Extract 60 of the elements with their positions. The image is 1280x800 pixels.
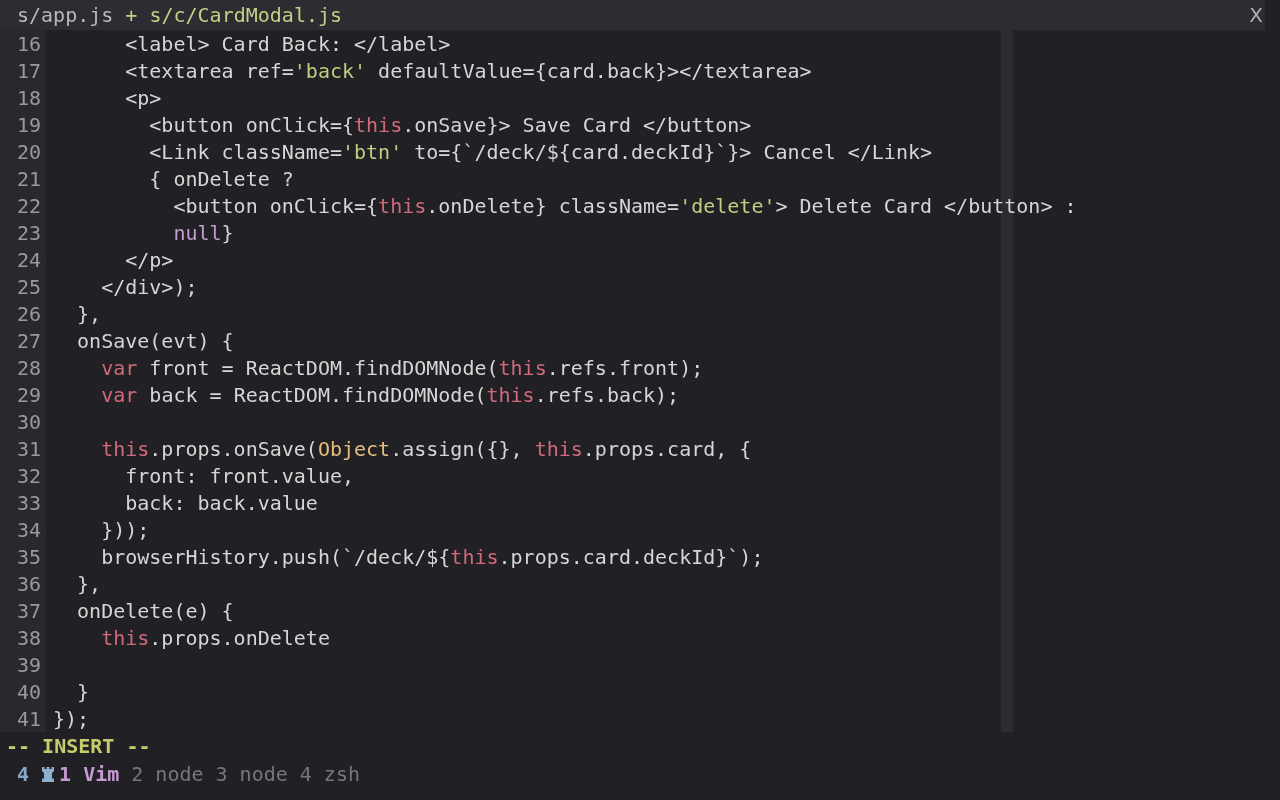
line-number: 18 xyxy=(15,85,41,110)
code-line: }, xyxy=(76,571,102,596)
code-line: } xyxy=(76,679,90,704)
line-number: 32 xyxy=(15,463,41,488)
tmux-window[interactable]: 4 zsh xyxy=(299,762,360,786)
line-number: 35 xyxy=(15,544,41,569)
code-line: var front = ReactDOM.findDOMNode(this.refs.front); xyxy=(100,355,704,380)
editor-tab[interactable]: + s/c/CardModal.js xyxy=(113,3,355,27)
code-line: </p> xyxy=(124,247,174,272)
code-line: this.props.onDelete xyxy=(100,625,330,650)
line-number: 22 xyxy=(15,193,41,218)
code-line: browserHistory.push(`/deck/${this.props.card.deckId}`); xyxy=(100,544,764,569)
line-number: 25 xyxy=(15,274,41,299)
code-line: }); xyxy=(53,706,90,731)
line-number: 28 xyxy=(15,355,41,380)
line-number: 17 xyxy=(15,58,41,83)
line-number: 23 xyxy=(15,220,41,245)
code-line: <label> Card Back: </label> xyxy=(124,31,451,56)
line-number: 27 xyxy=(15,328,41,353)
tmux-window[interactable]: 1 Vim xyxy=(59,762,120,786)
line-number: 31 xyxy=(15,436,41,461)
line-number: 41 xyxy=(15,706,41,731)
line-number: 36 xyxy=(15,571,41,596)
code-line: })); xyxy=(100,517,150,542)
line-number: 40 xyxy=(15,679,41,704)
code-line: onSave(evt) { xyxy=(76,328,234,353)
code-line: <textarea ref='back' defaultValue={card.back}></textarea> xyxy=(124,58,812,83)
editor-tab[interactable]: s/app.js xyxy=(0,3,114,27)
line-number: 19 xyxy=(15,112,41,137)
code-line: </div>); xyxy=(100,274,198,299)
line-number: 34 xyxy=(15,517,41,542)
line-number: 38 xyxy=(15,625,41,650)
code-line: <p> xyxy=(124,85,162,110)
rook-icon xyxy=(41,766,56,782)
tmux-window[interactable]: 2 node xyxy=(131,762,204,786)
line-number: 20 xyxy=(15,139,41,164)
code-line: <Link className='btn' to={`/deck/${card.deckId}`}> Cancel </Link> xyxy=(148,139,932,164)
line-number: 29 xyxy=(15,382,41,407)
line-number: 21 xyxy=(15,166,41,191)
code-line: <button onClick={this.onSave}> Save Card </button> xyxy=(148,112,752,137)
line-number: 30 xyxy=(15,409,41,434)
line-number: 39 xyxy=(15,652,41,677)
session-number: 4 xyxy=(17,762,30,786)
code-line: front: front.value, xyxy=(124,463,355,488)
line-number: 16 xyxy=(15,31,41,56)
code-line: <button onClick={this.onDelete} className='delete'> Delete Card </button> : xyxy=(172,193,1077,218)
code-line: this.props.onSave(Object.assign({}, this.props.card, { xyxy=(100,436,752,461)
code-line: onDelete(e) { xyxy=(76,598,234,623)
line-number: 26 xyxy=(15,301,41,326)
line-number: 24 xyxy=(15,247,41,272)
tmux-window[interactable]: 3 node xyxy=(215,762,288,786)
close-button[interactable]: X xyxy=(1249,3,1265,27)
code-line: var back = ReactDOM.findDOMNode(this.refs.back); xyxy=(100,382,680,407)
line-number: 37 xyxy=(15,598,41,623)
code-line: { onDelete ? xyxy=(148,166,294,191)
code-line: null} xyxy=(172,220,234,245)
mode-indicator: -- INSERT -- xyxy=(5,733,151,760)
code-line: back: back.value xyxy=(124,490,318,515)
line-number: 33 xyxy=(15,490,41,515)
code-line: }, xyxy=(76,301,102,326)
